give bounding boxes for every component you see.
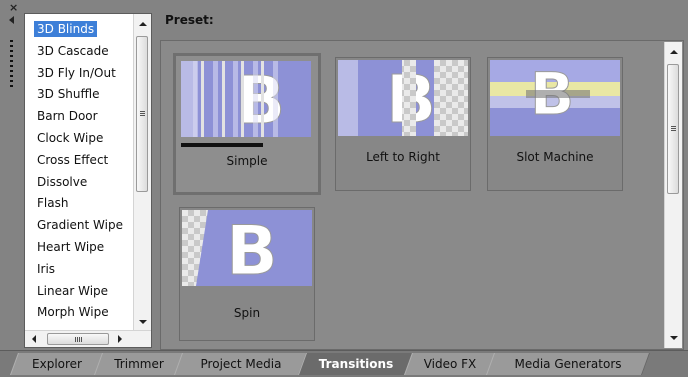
- preset-caption: Simple: [226, 154, 268, 168]
- preset-thumbnail: B: [182, 210, 312, 286]
- scroll-down-button[interactable]: [665, 330, 682, 346]
- chevron-up-icon: [138, 22, 147, 26]
- collapse-arrow-icon[interactable]: [9, 16, 14, 24]
- scroll-up-button[interactable]: [134, 16, 151, 32]
- bottom-tab-bar: Explorer Trimmer Project Media Transitio…: [0, 350, 688, 377]
- scroll-left-button[interactable]: [27, 331, 41, 347]
- tab-media-generators[interactable]: Media Generators: [485, 353, 651, 375]
- chevron-down-icon: [669, 336, 678, 340]
- preset-label: Preset:: [165, 13, 214, 27]
- scroll-thumb[interactable]: [136, 36, 148, 192]
- transition-list-items: 3D Blinds 3D Cascade 3D Fly In/Out 3D Sh…: [25, 19, 135, 324]
- tab-project-media[interactable]: Project Media: [173, 353, 309, 375]
- list-item[interactable]: Dissolve: [25, 172, 135, 194]
- horizontal-scroll-thumb[interactable]: [47, 333, 109, 345]
- grip-icon: [671, 126, 676, 131]
- list-item[interactable]: Flash: [25, 193, 135, 215]
- tab-trimmer[interactable]: Trimmer: [93, 353, 185, 375]
- list-item[interactable]: Clock Wipe: [25, 128, 135, 150]
- close-icon[interactable]: ×: [9, 2, 18, 14]
- preset-vertical-scrollbar[interactable]: [664, 42, 682, 348]
- list-item[interactable]: Morph Wipe: [25, 302, 135, 324]
- chevron-right-icon: [118, 335, 122, 343]
- list-item[interactable]: Barn Door: [25, 106, 135, 128]
- spin-thumbnail-image: B: [182, 210, 312, 286]
- scroll-down-button[interactable]: [134, 314, 151, 330]
- transition-list: 3D Blinds 3D Cascade 3D Fly In/Out 3D Sh…: [24, 13, 152, 348]
- chevron-up-icon: [669, 50, 678, 54]
- preset-gallery: B Simple Left to Right B Slot Machine B …: [160, 40, 684, 350]
- svg-text:B: B: [226, 212, 278, 286]
- list-item[interactable]: Cross Effect: [25, 150, 135, 172]
- preset-thumbnail: B: [490, 60, 620, 136]
- scroll-thumb[interactable]: [667, 64, 679, 194]
- preset-card-left-to-right[interactable]: B Left to Right: [335, 57, 471, 191]
- scroll-up-button[interactable]: [665, 44, 682, 60]
- transitions-window: × 3D Blinds 3D Cascade 3D Fly In/Out 3D …: [0, 0, 688, 377]
- dock-grip[interactable]: ×: [0, 0, 22, 350]
- left-to-right-thumbnail-image: B: [338, 60, 468, 136]
- list-item[interactable]: Iris: [25, 259, 135, 281]
- preset-thumbnail: B: [181, 61, 311, 137]
- preset-caption: Spin: [233, 306, 261, 320]
- slot-machine-thumbnail-image: B: [490, 60, 620, 136]
- list-item[interactable]: Linear Wipe: [25, 281, 135, 303]
- chevron-left-icon: [32, 335, 36, 343]
- grip-icon: [75, 337, 82, 342]
- preset-caption: Slot Machine: [516, 150, 594, 164]
- tab-explorer[interactable]: Explorer: [9, 353, 105, 375]
- list-item[interactable]: Gradient Wipe: [25, 215, 135, 237]
- preset-card-spin[interactable]: B Spin: [179, 207, 315, 341]
- preset-caption: Left to Right: [366, 150, 440, 164]
- chevron-down-icon: [138, 320, 147, 324]
- grip-icon: [140, 111, 145, 116]
- preset-card-slot-machine[interactable]: B Slot Machine: [487, 57, 623, 191]
- preset-card-simple[interactable]: B Simple: [173, 53, 321, 195]
- tab-transitions[interactable]: Transitions: [297, 353, 415, 375]
- list-item[interactable]: 3D Shuffle: [25, 84, 135, 106]
- list-item[interactable]: 3D Cascade: [25, 41, 135, 63]
- tab-video-fx[interactable]: Video FX: [403, 353, 497, 375]
- list-horizontal-scrollbar[interactable]: [25, 330, 151, 347]
- list-item[interactable]: 3D Fly In/Out: [25, 63, 135, 85]
- preset-thumbnail: B: [338, 60, 468, 136]
- list-item[interactable]: 3D Blinds: [25, 19, 135, 41]
- drag-handle-icon[interactable]: [10, 40, 13, 88]
- progress-bar: [181, 143, 263, 147]
- list-item[interactable]: Heart Wipe: [25, 237, 135, 259]
- list-vertical-scrollbar[interactable]: [133, 14, 151, 332]
- scroll-right-button[interactable]: [113, 331, 127, 347]
- blinds-thumbnail-image: B: [181, 61, 311, 137]
